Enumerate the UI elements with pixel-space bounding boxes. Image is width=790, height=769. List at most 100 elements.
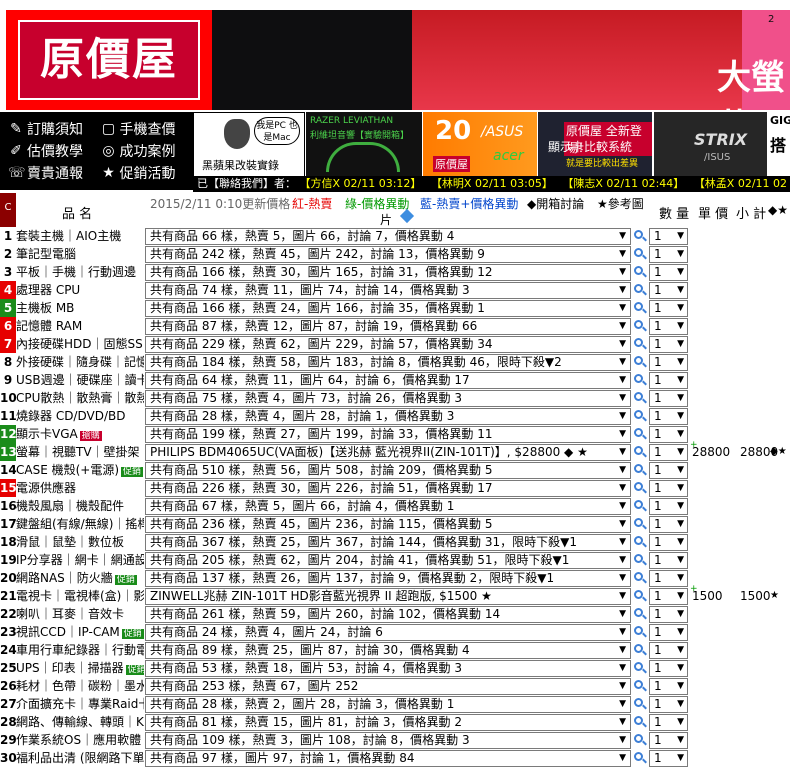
quantity-select[interactable]: 1 ▼: [649, 642, 688, 659]
search-icon[interactable]: [633, 481, 647, 495]
category-link[interactable]: 套裝主機｜AIO主機: [16, 227, 144, 245]
category-link[interactable]: 網路NAS｜防火牆 促銷: [16, 569, 144, 587]
quantity-select[interactable]: 1 ▼: [649, 336, 688, 353]
search-icon[interactable]: [633, 517, 647, 531]
search-icon[interactable]: [633, 499, 647, 513]
product-select[interactable]: 共有商品 66 樣，熱賣 5，圖片 66，討論 7，價格異動 4 ▼: [145, 228, 631, 245]
search-icon[interactable]: [633, 373, 647, 387]
search-icon[interactable]: [633, 625, 647, 639]
product-select[interactable]: 共有商品 81 樣，熱賣 15，圖片 81，討論 3，價格異動 2 ▼: [145, 714, 631, 731]
menu-promotions[interactable]: ★ 促銷活動: [101, 163, 194, 183]
product-select[interactable]: 共有商品 367 樣，熱賣 25，圖片 367，討論 144，價格異動 31，限…: [145, 534, 631, 551]
quantity-select[interactable]: 1 ▼: [649, 282, 688, 299]
ad-vga-compare[interactable]: 原價屋 全新登場！ 顯示卡比較系統 就是要比較出差異: [538, 112, 652, 178]
category-link[interactable]: 記憶體 RAM: [16, 317, 144, 335]
category-link[interactable]: IP分享器｜網卡｜網通設: [16, 551, 144, 569]
quantity-select[interactable]: 1 ▼: [649, 552, 688, 569]
category-link[interactable]: 車用行車紀錄器｜行動電: [16, 641, 144, 659]
search-icon[interactable]: [633, 355, 647, 369]
category-link[interactable]: 喇叭｜耳麥｜音效卡: [16, 605, 144, 623]
product-select[interactable]: 共有商品 97 樣，圖片 97，討論 1，價格異動 84 ▼: [145, 750, 631, 767]
row-markers[interactable]: ★: [770, 587, 779, 605]
search-icon[interactable]: [633, 607, 647, 621]
product-select[interactable]: ZINWELL兆赫 ZIN-101T HD影音藍光視界 II 超跑版, $150…: [145, 588, 631, 605]
category-link[interactable]: USB週邊｜硬碟座｜讀卡: [16, 371, 144, 389]
search-icon[interactable]: [633, 301, 647, 315]
product-select[interactable]: 共有商品 261 樣，熱賣 59，圖片 260，討論 102，價格異動 14 ▼: [145, 606, 631, 623]
banner-ad[interactable]: 大螢幕！: [212, 10, 790, 110]
category-link[interactable]: 電源供應器: [16, 479, 144, 497]
category-link[interactable]: UPS｜印表｜掃描器 促銷: [16, 659, 144, 677]
category-link[interactable]: CASE 機殼(+電源) 促銷: [16, 461, 144, 479]
quantity-select[interactable]: 1 ▼: [649, 444, 688, 461]
quantity-select[interactable]: 1 ▼: [649, 480, 688, 497]
legend-reference-image[interactable]: ★參考圖: [597, 195, 644, 212]
product-select[interactable]: 共有商品 236 樣，熱賣 45，圖片 236，討論 115，價格異動 5 ▼: [145, 516, 631, 533]
product-select[interactable]: 共有商品 166 樣，熱賣 30，圖片 165，討論 31，價格異動 12 ▼: [145, 264, 631, 281]
legend-unboxing[interactable]: ◆開箱討論: [527, 195, 584, 212]
menu-mobile-price[interactable]: ▢ 手機查價: [101, 119, 194, 139]
search-icon[interactable]: [633, 337, 647, 351]
quantity-select[interactable]: 1 ▼: [649, 606, 688, 623]
quantity-select[interactable]: 1 ▼: [649, 462, 688, 479]
search-icon[interactable]: [633, 571, 647, 585]
product-select[interactable]: 共有商品 510 樣，熱賣 56，圖片 508，討論 209，價格異動 5 ▼: [145, 462, 631, 479]
menu-report-expensive[interactable]: ☏ 賣貴通報: [8, 163, 101, 183]
product-select[interactable]: 共有商品 242 樣，熱賣 45，圖片 242，討論 13，價格異動 9 ▼: [145, 246, 631, 263]
ticker-lead[interactable]: 已【聯絡我們】者：: [197, 177, 296, 190]
quantity-select[interactable]: 1 ▼: [649, 570, 688, 587]
product-select[interactable]: PHILIPS BDM4065UC(VA面板)【送兆赫 藍光視界II(ZIN-1…: [145, 444, 631, 461]
quantity-select[interactable]: 1 ▼: [649, 678, 688, 695]
search-icon[interactable]: [633, 463, 647, 477]
quantity-select[interactable]: 1 ▼: [649, 264, 688, 281]
product-select[interactable]: 共有商品 199 樣，熱賣 27，圖片 199，討論 33，價格異動 11 ▼: [145, 426, 631, 443]
quantity-select[interactable]: 1 ▼: [649, 390, 688, 407]
category-link[interactable]: 滑鼠｜鼠墊｜數位板: [16, 533, 144, 551]
category-link[interactable]: 螢幕｜視聽TV｜壁掛架: [16, 443, 144, 461]
search-icon[interactable]: [633, 265, 647, 279]
category-link[interactable]: CPU散熱｜散熱膏｜散熱: [16, 389, 144, 407]
quantity-select[interactable]: 1 ▼: [649, 714, 688, 731]
search-icon[interactable]: [633, 535, 647, 549]
row-markers[interactable]: ◆★: [770, 443, 787, 461]
quantity-select[interactable]: 1 ▼: [649, 246, 688, 263]
product-select[interactable]: 共有商品 166 樣，熱賣 24，圖片 166，討論 35，價格異動 1 ▼: [145, 300, 631, 317]
product-select[interactable]: 共有商品 229 樣，熱賣 62，圖片 229，討論 57，價格異動 34 ▼: [145, 336, 631, 353]
category-link[interactable]: 主機板 MB: [16, 299, 144, 317]
search-icon[interactable]: [633, 715, 647, 729]
product-select[interactable]: 共有商品 75 樣，熱賣 4，圖片 73，討論 26，價格異動 3 ▼: [145, 390, 631, 407]
product-select[interactable]: 共有商品 67 樣，熱賣 5，圖片 66，討論 4，價格異動 1 ▼: [145, 498, 631, 515]
quantity-select[interactable]: 1 ▼: [649, 696, 688, 713]
category-link[interactable]: 筆記型電腦: [16, 245, 144, 263]
quantity-select[interactable]: 1 ▼: [649, 516, 688, 533]
category-link[interactable]: 處理器 CPU: [16, 281, 144, 299]
category-link[interactable]: 平板｜手機｜行動週邊: [16, 263, 144, 281]
category-link[interactable]: 內接硬碟HDD｜固態SS: [16, 335, 144, 353]
product-select[interactable]: 共有商品 64 樣，熱賣 11，圖片 64，討論 6，價格異動 17 ▼: [145, 372, 631, 389]
category-link[interactable]: 網路、傳輸線、轉頭｜KV: [16, 713, 144, 731]
product-select[interactable]: 共有商品 87 樣，熱賣 12，圖片 87，討論 19，價格異動 66 ▼: [145, 318, 631, 335]
ad-razer[interactable]: RAZER LEVIATHAN 利維坦音響【實驗開箱】: [306, 112, 422, 178]
search-icon[interactable]: [633, 553, 647, 567]
search-icon[interactable]: [633, 643, 647, 657]
quantity-select[interactable]: 1 ▼: [649, 732, 688, 749]
product-select[interactable]: 共有商品 74 樣，熱賣 11，圖片 74，討論 14，價格異動 3 ▼: [145, 282, 631, 299]
quantity-select[interactable]: 1 ▼: [649, 588, 688, 605]
search-icon[interactable]: [633, 229, 647, 243]
category-link[interactable]: 顯示卡VGA 搶購: [16, 425, 144, 443]
category-link[interactable]: 燒錄器 CD/DVD/BD: [16, 407, 144, 425]
quantity-select[interactable]: 1 ▼: [649, 300, 688, 317]
product-select[interactable]: 共有商品 28 樣，熱賣 4，圖片 28，討論 1，價格異動 3 ▼: [145, 408, 631, 425]
product-select[interactable]: 共有商品 89 樣，熱賣 25，圖片 87，討論 30，價格異動 4 ▼: [145, 642, 631, 659]
search-icon[interactable]: [633, 751, 647, 765]
search-icon[interactable]: [633, 247, 647, 261]
menu-order-notice[interactable]: ✎ 訂購須知: [8, 119, 101, 139]
ad-gigabyte[interactable]: GIG 搭: [768, 112, 790, 178]
menu-quote-tutorial[interactable]: ✐ 估價教學: [8, 141, 101, 161]
quantity-select[interactable]: 1 ▼: [649, 408, 688, 425]
search-icon[interactable]: [633, 427, 647, 441]
quantity-select[interactable]: 1 ▼: [649, 624, 688, 641]
product-select[interactable]: 共有商品 28 樣，熱賣 2，圖片 28，討論 3，價格異動 1 ▼: [145, 696, 631, 713]
search-icon[interactable]: [633, 697, 647, 711]
quantity-select[interactable]: 1 ▼: [649, 660, 688, 677]
